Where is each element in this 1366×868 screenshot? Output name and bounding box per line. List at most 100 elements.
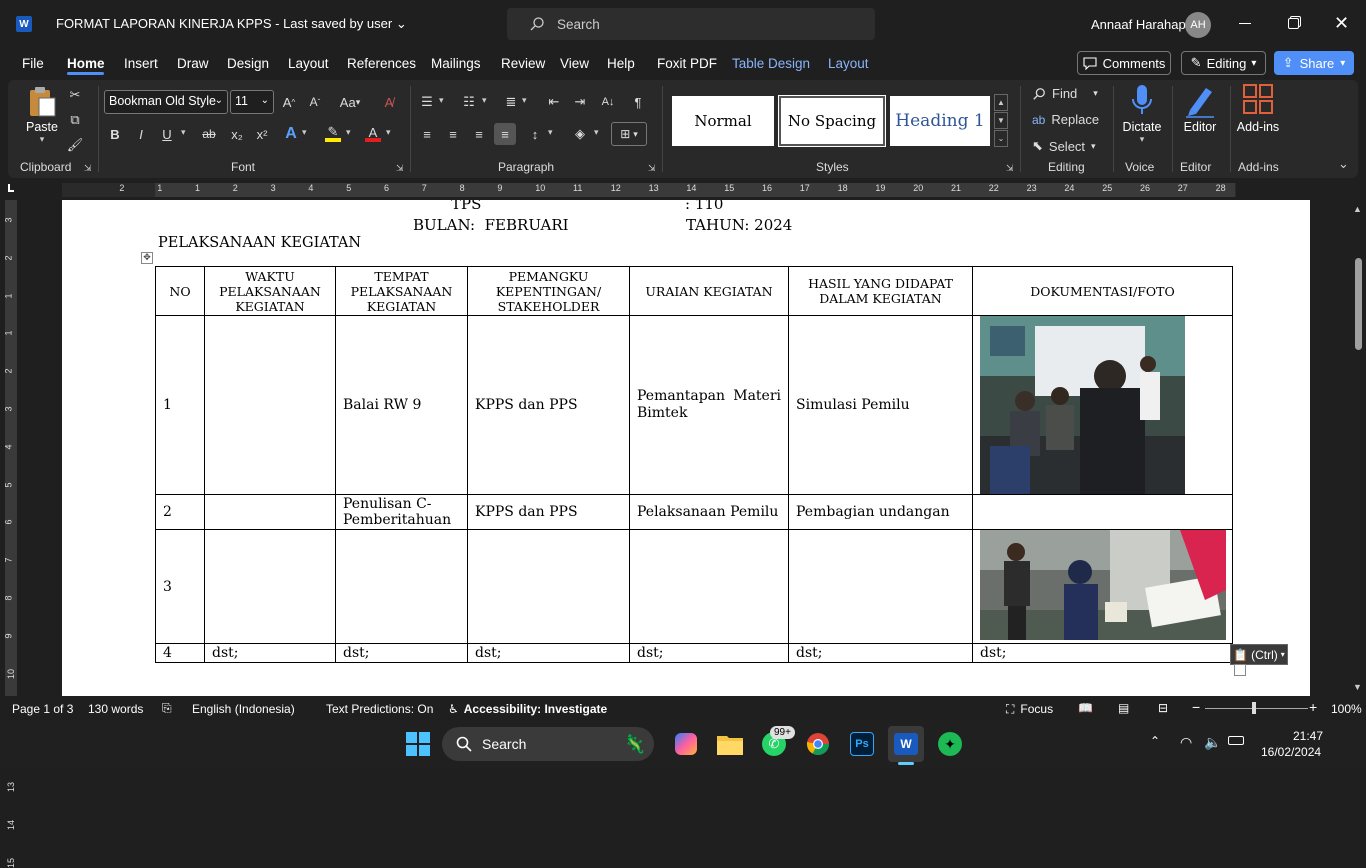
align-right-icon[interactable]: ≡	[468, 123, 490, 145]
shrink-font-icon[interactable]: Aˇ	[304, 91, 326, 113]
chevron-down-icon[interactable]: ▾	[522, 95, 527, 106]
scroll-up-icon[interactable]: ▲	[1353, 204, 1362, 214]
style-normal[interactable]: Normal	[672, 96, 774, 146]
align-left-icon[interactable]: ≡	[416, 123, 438, 145]
tab-layout[interactable]: Layout	[288, 56, 329, 71]
font-size-dropdown[interactable]: 11 ⌄	[230, 90, 274, 114]
activity-photo-1[interactable]	[980, 316, 1185, 494]
dialog-launcher-icon[interactable]: ⇲	[396, 163, 404, 174]
dictate-button[interactable]: Dictate ▾	[1120, 84, 1164, 145]
chevron-down-icon[interactable]: ▾	[181, 127, 186, 138]
comments-button[interactable]: Comments	[1077, 51, 1171, 75]
decrease-indent-icon[interactable]: ⇤	[543, 91, 565, 113]
zoom-in-button[interactable]: +	[1309, 699, 1317, 715]
table-cell[interactable]: dst;	[629, 643, 789, 663]
table-cell[interactable]	[467, 529, 630, 644]
table-resize-handle[interactable]	[1234, 664, 1246, 676]
read-mode-icon[interactable]: 📖	[1078, 701, 1093, 715]
tps-value[interactable]: : 110	[685, 200, 723, 213]
strikethrough-button[interactable]: ab	[198, 123, 220, 145]
vertical-ruler[interactable]: 321123456789101112131415	[0, 200, 24, 868]
chevron-down-icon[interactable]: ▾	[548, 127, 553, 138]
header-pemangku[interactable]: PEMANGKU KEPENTINGAN/ STAKEHOLDER	[467, 266, 630, 316]
select-button[interactable]: ⬉ Select ▾	[1032, 138, 1096, 154]
grow-font-icon[interactable]: A ^	[278, 91, 300, 113]
user-name[interactable]: Annaaf Harahap	[1091, 17, 1186, 32]
table-cell[interactable]: dst;	[972, 643, 1233, 663]
zoom-level[interactable]: 100%	[1331, 702, 1362, 716]
print-layout-icon[interactable]: ▤	[1118, 701, 1129, 715]
tab-stop-selector[interactable]	[8, 184, 14, 192]
table-cell[interactable]: Penulisan C-Pemberitahuan	[335, 494, 468, 530]
file-explorer-icon[interactable]	[712, 726, 748, 762]
horizontal-ruler[interactable]: 2 1 1 2 3 4 5 6 7 8 9 10 11 12 13 14 15 16 17 18 19 20 21 22 23 2…	[0, 180, 1366, 200]
chevron-down-icon[interactable]: ▾	[439, 95, 444, 106]
multilevel-list-icon[interactable]: ≣	[500, 91, 522, 113]
find-button[interactable]: Find ▾	[1032, 86, 1098, 101]
superscript-button[interactable]: x²	[251, 123, 273, 145]
editing-mode-button[interactable]: ✎ Editing ▾	[1181, 51, 1266, 75]
align-center-icon[interactable]: ≡	[442, 123, 464, 145]
header-no[interactable]: NO	[155, 266, 205, 316]
tab-foxit-pdf[interactable]: Foxit PDF	[657, 56, 717, 71]
copilot-icon[interactable]	[668, 726, 704, 762]
photoshop-icon[interactable]: Ps	[844, 726, 880, 762]
styles-more-icon[interactable]: ⌄	[994, 130, 1008, 147]
zoom-out-button[interactable]: −	[1192, 699, 1200, 715]
zoom-slider-track[interactable]	[1205, 708, 1308, 709]
table-cell[interactable]: Simulasi Pemilu	[788, 315, 973, 495]
tab-table-layout[interactable]: Layout	[828, 56, 869, 71]
clear-formatting-icon[interactable]: A̸	[378, 91, 400, 113]
text-effects-icon[interactable]: A	[280, 123, 302, 145]
chevron-down-icon[interactable]: ▾	[386, 127, 391, 138]
numbering-icon[interactable]: ☷	[458, 91, 480, 113]
tab-draw[interactable]: Draw	[177, 56, 209, 71]
dialog-launcher-icon[interactable]: ⇲	[1006, 163, 1014, 174]
increase-indent-icon[interactable]: ⇥	[569, 91, 591, 113]
language[interactable]: English (Indonesia)	[192, 702, 295, 716]
tps-label[interactable]: TPS	[451, 200, 481, 213]
subscript-button[interactable]: x₂	[226, 123, 248, 145]
search-box[interactable]: Search	[507, 8, 875, 40]
bullets-icon[interactable]: ☰	[416, 91, 438, 113]
restore-icon[interactable]	[1288, 18, 1299, 29]
collapse-ribbon-icon[interactable]: ⌄	[1338, 156, 1349, 172]
bulan-text[interactable]: BULAN: FEBRUARI	[413, 216, 569, 234]
table-cell[interactable]: 3	[155, 529, 205, 644]
volume-icon[interactable]: 🔈	[1204, 734, 1221, 751]
word-taskbar-icon[interactable]: W	[888, 726, 924, 762]
web-layout-icon[interactable]: ⊟	[1158, 701, 1168, 715]
show-formatting-icon[interactable]: ¶	[627, 91, 649, 113]
styles-scroll-up-icon[interactable]: ▲	[994, 94, 1008, 111]
italic-button[interactable]: I	[130, 123, 152, 145]
text-predictions[interactable]: Text Predictions: On	[326, 702, 433, 716]
taskbar-search[interactable]: Search 🦎	[442, 727, 654, 761]
tab-design[interactable]: Design	[227, 56, 269, 71]
document-page[interactable]: TPS : 110 BULAN: FEBRUARI TAHUN: 2024 PE…	[62, 200, 1310, 696]
avatar[interactable]: AH	[1185, 12, 1211, 38]
format-painter-icon[interactable]: 🖌	[64, 134, 86, 156]
photo-cell[interactable]	[972, 529, 1233, 644]
line-spacing-icon[interactable]: ↕	[524, 123, 546, 145]
table-cell[interactable]: KPPS dan PPS	[467, 494, 630, 530]
tab-view[interactable]: View	[560, 56, 589, 71]
replace-button[interactable]: ab Replace	[1032, 112, 1099, 127]
header-tempat[interactable]: TEMPAT PELAKSANAAN KEGIATAN	[335, 266, 468, 316]
photo-cell[interactable]	[972, 315, 1233, 495]
scroll-down-icon[interactable]: ▼	[1353, 682, 1362, 692]
table-cell[interactable]: Balai RW 9	[335, 315, 468, 495]
close-icon[interactable]: ✕	[1334, 13, 1349, 34]
addins-button[interactable]: Add-ins	[1236, 84, 1280, 134]
tab-review[interactable]: Review	[501, 56, 545, 71]
page-count[interactable]: Page 1 of 3	[12, 702, 73, 716]
shading-icon[interactable]: ◈	[569, 123, 591, 145]
battery-icon[interactable]	[1228, 736, 1244, 745]
clock-time[interactable]: 21:47	[1293, 729, 1323, 743]
table-cell[interactable]	[788, 529, 973, 644]
tab-help[interactable]: Help	[607, 56, 635, 71]
tab-home[interactable]: Home	[67, 56, 105, 71]
paste-button[interactable]: Paste ▾	[22, 86, 62, 152]
tab-insert[interactable]: Insert	[124, 56, 158, 71]
table-cell[interactable]: dst;	[467, 643, 630, 663]
windows-start-icon[interactable]	[400, 726, 436, 762]
